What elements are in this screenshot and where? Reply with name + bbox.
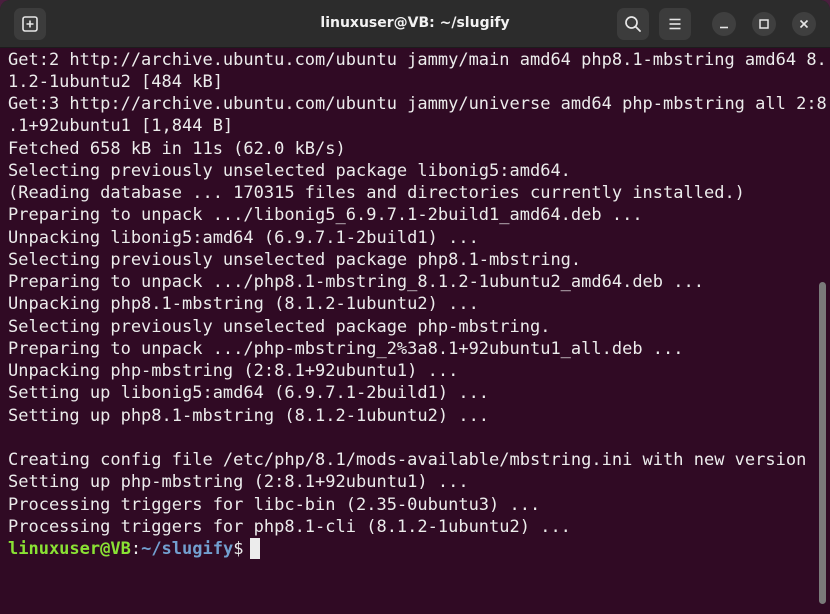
maximize-button[interactable]	[752, 12, 776, 36]
terminal-line: Setting up libonig5:amd64 (6.9.7.1-2buil…	[8, 383, 490, 403]
text-cursor	[250, 538, 261, 559]
search-button[interactable]	[617, 8, 649, 40]
terminal-line: Unpacking php-mbstring (2:8.1+92ubuntu1)…	[8, 361, 459, 381]
terminal-line: (Reading database ... 170315 files and d…	[8, 183, 745, 203]
terminal-scrollbar[interactable]	[819, 282, 826, 604]
minimize-icon	[720, 26, 728, 29]
terminal-line: Selecting previously unselected package …	[8, 250, 582, 270]
terminal-line: Selecting previously unselected package …	[8, 317, 551, 337]
terminal-line: 1.2-1ubuntu2 [484 kB]	[8, 72, 223, 92]
terminal-line: Preparing to unpack .../php-mbstring_2%3…	[8, 339, 684, 359]
menu-button[interactable]	[659, 8, 691, 40]
terminal-line: .1+92ubuntu1 [1,844 B]	[8, 116, 234, 136]
search-icon	[625, 16, 641, 32]
prompt-sign: $	[233, 539, 244, 559]
terminal-line: Processing triggers for php8.1-cli (8.1.…	[8, 517, 571, 537]
terminal-line: Creating config file /etc/php/8.1/mods-a…	[8, 450, 807, 470]
close-button[interactable]	[792, 12, 816, 36]
terminal-line: Unpacking libonig5:amd64 (6.9.7.1-2build…	[8, 228, 479, 248]
terminal-window: linuxuser@VB: ~/slugify Get:2 http://arc…	[0, 0, 830, 614]
terminal-line: Fetched 658 kB in 11s (62.0 kB/s)	[8, 139, 346, 159]
maximize-icon	[759, 19, 769, 29]
terminal-line: Preparing to unpack .../libonig5_6.9.7.1…	[8, 205, 643, 225]
terminal-line: Get:3 http://archive.ubuntu.com/ubuntu j…	[8, 94, 827, 114]
prompt-path: ~/slugify	[141, 539, 234, 559]
window-title: linuxuser@VB: ~/slugify	[320, 15, 510, 31]
prompt-separator: :	[130, 539, 142, 559]
terminal-line: Selecting previously unselected package …	[8, 161, 571, 181]
terminal-line: Preparing to unpack .../php8.1-mbstring_…	[8, 272, 704, 292]
terminal-line: Get:2 http://archive.ubuntu.com/ubuntu j…	[8, 50, 827, 70]
minimize-button[interactable]	[712, 12, 736, 36]
shell-prompt[interactable]: linuxuser@VB:~/slugify$	[8, 538, 261, 560]
title-bar[interactable]: linuxuser@VB: ~/slugify	[0, 0, 830, 48]
terminal-line: Unpacking php8.1-mbstring (8.1.2-1ubuntu…	[8, 294, 479, 314]
terminal-line: Setting up php-mbstring (2:8.1+92ubuntu1…	[8, 472, 469, 492]
prompt-user-host: linuxuser@VB	[8, 539, 131, 559]
terminal-line: Processing triggers for libc-bin (2.35-0…	[8, 495, 541, 515]
terminal-line: Setting up php8.1-mbstring (8.1.2-1ubunt…	[8, 406, 490, 426]
hamburger-menu-icon	[669, 18, 681, 30]
terminal-output[interactable]: Get:2 http://archive.ubuntu.com/ubuntu j…	[0, 48, 827, 614]
close-icon	[799, 19, 809, 29]
